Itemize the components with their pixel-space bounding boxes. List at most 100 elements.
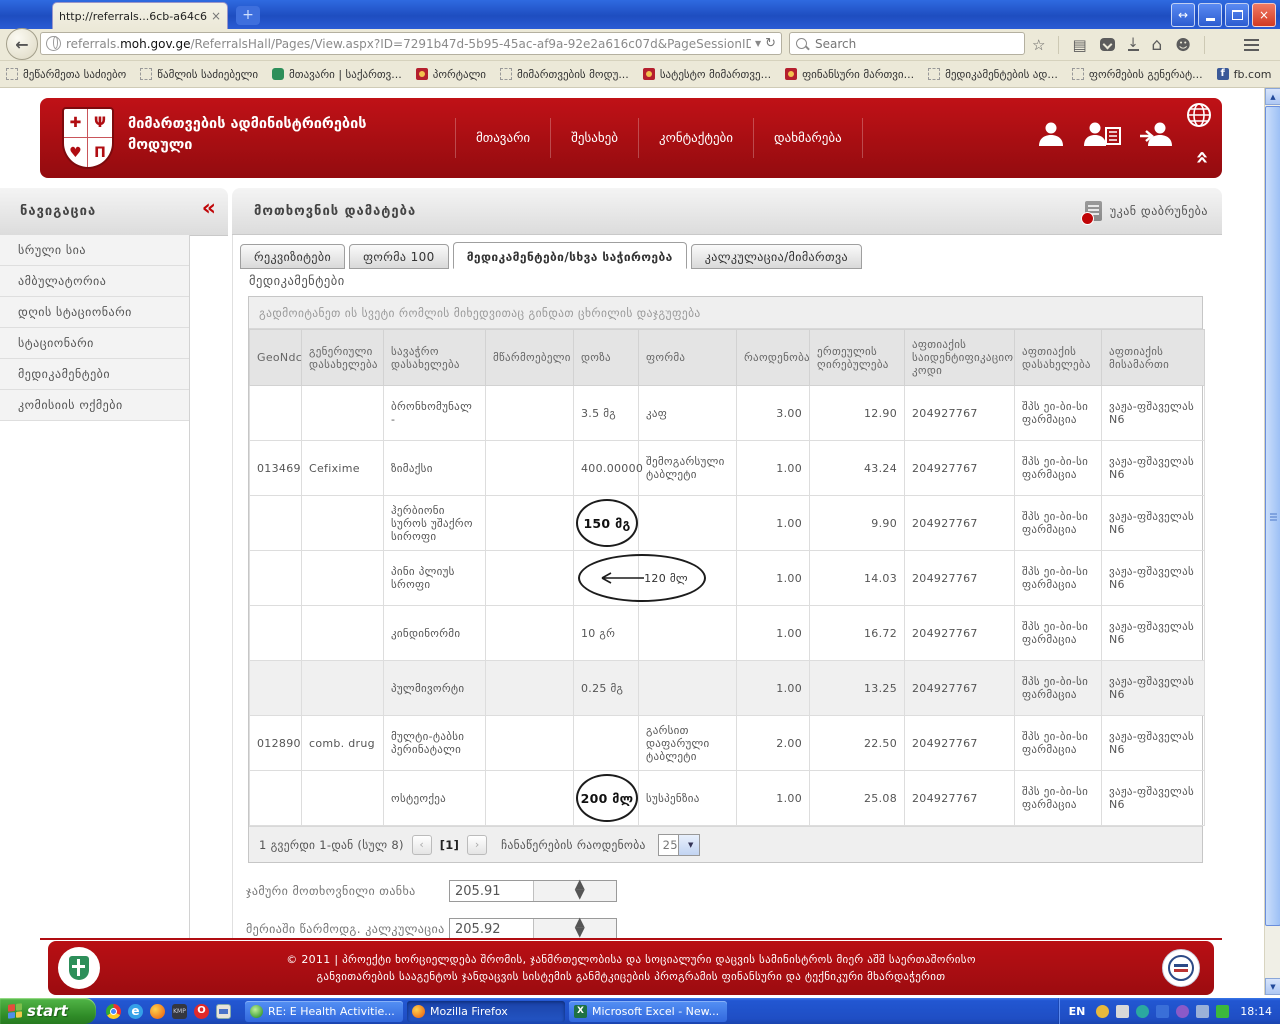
task-firefox[interactable]: Mozilla Firefox — [407, 1001, 565, 1022]
new-tab-button[interactable]: + — [236, 6, 260, 25]
col-pharmacy-name[interactable]: აფთიაქის დასახელება — [1015, 330, 1102, 386]
bookmark-item[interactable]: წამლის საძიებელი — [140, 68, 258, 81]
back-to-list-button[interactable]: უკან დაბრუნება — [1085, 201, 1208, 221]
sidebar-item-day-hospital[interactable]: დღის სტაციონარი — [0, 297, 189, 328]
scroll-up-icon[interactable]: ▲ — [1265, 88, 1280, 105]
col-manufacturer[interactable]: მწარმოებელი — [486, 330, 574, 386]
downloads-icon[interactable]: ↓ — [1128, 38, 1139, 51]
table-row[interactable]: პინი პლიუს სროფი 120 მლ 1.00 14.03 20492… — [250, 551, 1205, 606]
bookmark-item[interactable]: მეწარმეთა საძიებო — [6, 68, 126, 81]
kmplayer-icon[interactable]: KMP — [172, 1004, 187, 1019]
table-row[interactable]: ჰერბიონი სუროს უშაქრო სიროფი 150 მგ 1.00… — [250, 496, 1205, 551]
language-indicator[interactable]: EN — [1069, 1005, 1086, 1018]
page-size-select[interactable]: 25 ▼ — [658, 834, 700, 856]
restore-button[interactable] — [1225, 3, 1249, 27]
bookmark-item[interactable]: სატესტო მიმართვე... — [643, 68, 771, 81]
opera-icon[interactable]: O — [194, 1004, 209, 1019]
tray-network-icon[interactable] — [1156, 1005, 1169, 1018]
pager-prev-button[interactable]: ‹ — [412, 835, 432, 855]
tab-requisites[interactable]: რეკვიზიტები — [240, 244, 345, 269]
nav-home[interactable]: მთავარი — [455, 118, 551, 158]
tray-monitor-icon[interactable] — [1216, 1005, 1229, 1018]
task-excel[interactable]: X Microsoft Excel - New... — [569, 1001, 727, 1022]
tray-display-icon[interactable] — [1196, 1005, 1209, 1018]
firefox-icon[interactable] — [150, 1004, 165, 1019]
col-geondc[interactable]: GeoNdc — [250, 330, 302, 386]
sidebar-item-ambulatory[interactable]: ამბულატორია — [0, 266, 189, 297]
table-row[interactable]: კინდინორმი 10 გრ 1.00 16.72 204927767 შპ… — [250, 606, 1205, 661]
home-icon[interactable]: ⌂ — [1152, 35, 1163, 55]
menu-icon[interactable] — [1244, 39, 1259, 42]
chrome-icon[interactable] — [106, 1004, 121, 1019]
sidebar-item-hospital[interactable]: სტაციონარი — [0, 328, 189, 359]
reload-icon[interactable]: ↻ — [765, 36, 776, 51]
bookmark-item[interactable]: პორტალი — [416, 68, 486, 81]
table-row[interactable]: ოსტეოქეა 200 მლ სუსპენზია 1.00 25.08 204… — [250, 771, 1205, 826]
bookmark-item[interactable]: ფორმების გენერატ... — [1072, 68, 1203, 81]
language-globe-icon[interactable] — [1186, 102, 1212, 132]
scrollbar-thumb[interactable] — [1265, 106, 1280, 926]
sidebar-item-medications[interactable]: მედიკამენტები — [0, 359, 189, 390]
tray-printer-icon[interactable] — [1116, 1005, 1129, 1018]
scroll-down-icon[interactable]: ▼ — [1265, 978, 1280, 995]
col-unit-price[interactable]: ერთეულის ღირებულება — [810, 330, 905, 386]
bookmark-item[interactable]: მედიკამენტების ად... — [928, 68, 1058, 81]
user-list-icon[interactable] — [1084, 120, 1122, 146]
bookmark-item[interactable]: ფინანსური მართვი... — [785, 68, 914, 81]
feedback-icon[interactable]: ☻ — [1175, 36, 1191, 54]
col-pharmacy-code[interactable]: აფთიაქის საიდენტიფიკაციო კოდი — [905, 330, 1015, 386]
search-box[interactable] — [789, 32, 1025, 55]
bookmarks-menu-icon[interactable]: ▤ — [1072, 36, 1086, 54]
nav-contacts[interactable]: კონტაქტები — [639, 118, 754, 158]
tray-volume-icon[interactable] — [1176, 1005, 1189, 1018]
mail-icon[interactable] — [216, 1004, 231, 1019]
browser-tab[interactable]: http://referrals...6cb-a64c6078eb1a × — [52, 2, 228, 29]
collapse-header-icon[interactable]: « — [1189, 150, 1214, 162]
url-dropdown-icon[interactable]: ▼ — [755, 39, 761, 48]
col-trade-name[interactable]: სავაჭრო დასახელება — [384, 330, 486, 386]
close-button[interactable]: × — [1252, 3, 1276, 27]
bookmark-star-icon[interactable]: ☆ — [1032, 36, 1045, 54]
table-row[interactable]: ბრონხომუნალ - 3.5 მგ კაფ 3.00 12.90 2049… — [250, 386, 1205, 441]
col-pharmacy-address[interactable]: აფთიაქის მისამართი — [1102, 330, 1205, 386]
col-form[interactable]: ფორმა — [639, 330, 737, 386]
spinner-icons[interactable]: ▲▼ — [533, 919, 617, 939]
table-row[interactable]: პულმივორტი 0.25 მგ 1.00 13.25 204927767 … — [250, 661, 1205, 716]
sidebar-item-commission-protocols[interactable]: კომისიის ოქმები — [0, 390, 189, 421]
nav-about[interactable]: შესახებ — [551, 118, 639, 158]
table-row[interactable]: 012890 comb. drug მულტი-ტაბსი პერინატალი… — [250, 716, 1205, 771]
url-bar[interactable]: referrals.moh.gov.ge/ReferralsHall/Pages… — [40, 32, 782, 55]
table-row[interactable]: 013469 Cefixime ზიმაქსი 400.00000 შემოგა… — [250, 441, 1205, 496]
bookmark-item[interactable]: მიმართვების მოდუ... — [500, 68, 629, 81]
tab-close-icon[interactable]: × — [211, 9, 221, 23]
page-scrollbar[interactable]: ▲ ▼ — [1264, 88, 1280, 995]
start-button[interactable]: start — [0, 998, 96, 1024]
tray-clock-icon[interactable] — [1096, 1005, 1109, 1018]
tab-form-100[interactable]: ფორმა 100 — [349, 244, 449, 269]
minimize-button[interactable] — [1198, 3, 1222, 27]
tray-agent-icon[interactable] — [1136, 1005, 1149, 1018]
bookmark-item[interactable]: ffb.com — [1217, 68, 1272, 81]
nav-help[interactable]: დახმარება — [754, 118, 863, 158]
logout-icon[interactable] — [1140, 120, 1174, 146]
col-quantity[interactable]: რაოდენობა — [737, 330, 810, 386]
total-requested-input[interactable]: 205.91 ▲▼ — [449, 880, 617, 902]
sidebar-item-full-list[interactable]: სრული სია — [0, 235, 189, 266]
back-button[interactable]: ← — [6, 28, 38, 60]
col-generic-name[interactable]: გენერიული დასახელება — [302, 330, 384, 386]
tab-medications[interactable]: მედიკამენტები/სხვა საჭიროება — [453, 242, 687, 269]
tab-overflow-button[interactable]: ↔ — [1171, 3, 1195, 27]
pocket-icon[interactable] — [1100, 38, 1115, 51]
tab-calculation[interactable]: კალკულაცია/მიმართვა — [691, 244, 862, 269]
pager-next-button[interactable]: › — [467, 835, 487, 855]
site-identity-icon[interactable] — [46, 36, 61, 51]
task-email[interactable]: RE: E Health Activitie... — [245, 1001, 403, 1022]
user-profile-icon[interactable] — [1036, 120, 1066, 146]
col-dose[interactable]: დოზა — [574, 330, 639, 386]
spinner-icons[interactable]: ▲▼ — [533, 881, 617, 901]
calc-submitted-input[interactable]: 205.92 ▲▼ — [449, 918, 617, 940]
internet-explorer-icon[interactable]: e — [128, 1004, 143, 1019]
search-input[interactable] — [813, 36, 1018, 52]
bookmark-item[interactable]: მთავარი | საქართვ... — [272, 68, 402, 81]
sidebar-collapse-icon[interactable]: « — [202, 196, 214, 221]
